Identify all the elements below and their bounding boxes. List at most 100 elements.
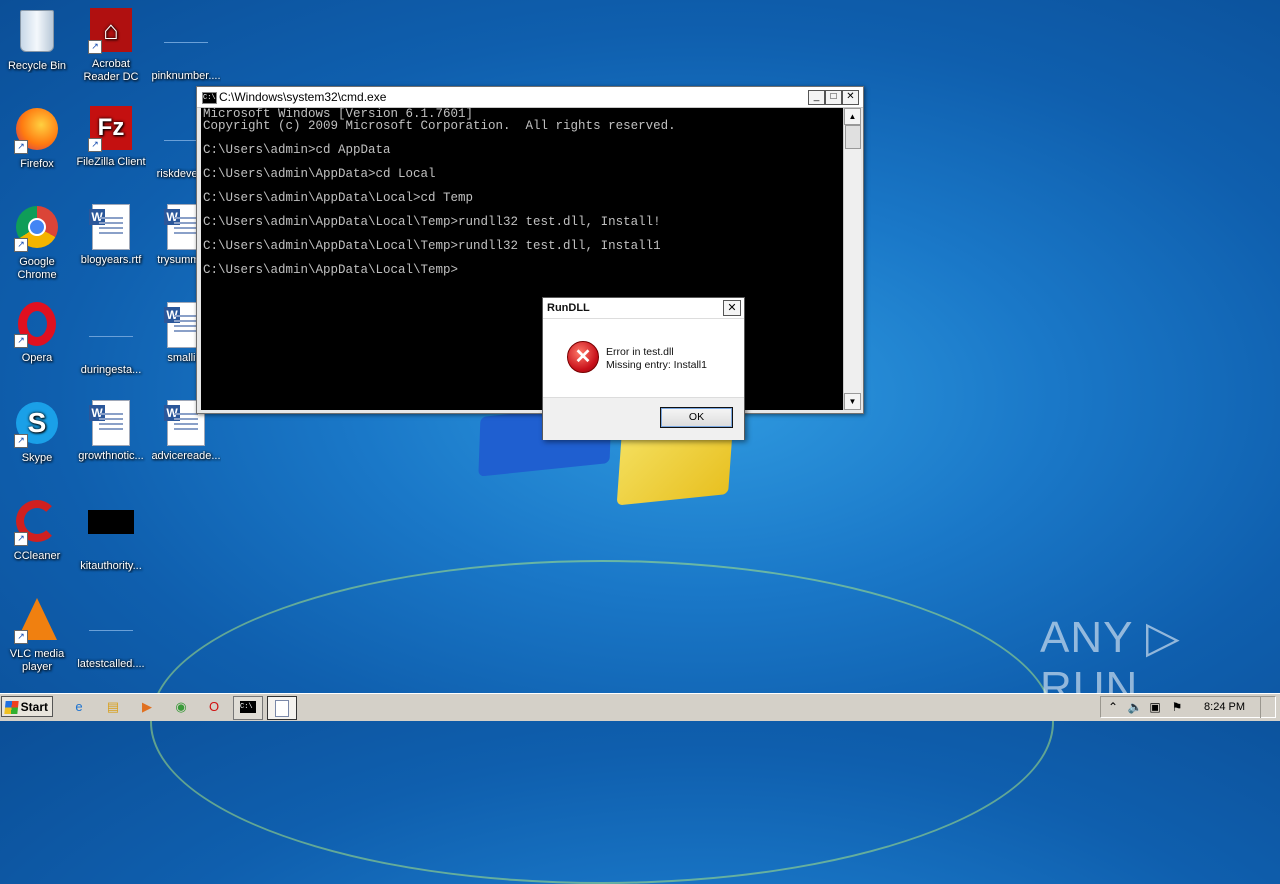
desktop-icon-label: Google Chrome (17, 256, 57, 281)
skype-icon: S ↗ (14, 402, 60, 448)
maximize-button[interactable]: □ (825, 90, 842, 105)
desktop-icon-duringesta[interactable]: duringesta... (76, 302, 146, 377)
cmd-icon: C:\ (202, 92, 217, 104)
desktop-icon-label: Recycle Bin (7, 60, 67, 72)
desktop-icon-label: FileZilla Client (76, 156, 146, 168)
console-line: Copyright (c) 2009 Microsoft Corporation… (203, 119, 676, 133)
acrobat-reader-icon: ⌂ ↗ (88, 8, 134, 54)
desktop-icon-label: kitauthority... (80, 560, 142, 572)
vlc-icon: ↗ (14, 598, 60, 644)
dialog-title: RunDLL (547, 302, 590, 314)
console-output[interactable]: Microsoft Windows [Version 6.1.7601] Copy… (201, 108, 843, 410)
cmd-title-bar[interactable]: C:\ C:\Windows\system32\cmd.exe _ □ ✕ (197, 87, 863, 108)
desktop-icon-label: Firefox (20, 158, 54, 170)
rundll-dialog[interactable]: RunDLL ✕ ✕ Error in test.dll Missing ent… (542, 297, 745, 440)
windows-flag-icon (4, 701, 19, 714)
shortcut-arrow-icon: ↗ (14, 334, 28, 348)
desktop-icon-google-chrome[interactable]: ↗ Google Chrome (2, 204, 72, 282)
console-line: C:\Users\admin>cd AppData (203, 143, 391, 157)
show-hidden-icons-icon[interactable]: ⌃ (1105, 700, 1121, 714)
duringesta-icon (88, 314, 134, 360)
shortcut-arrow-icon: ↗ (14, 434, 28, 448)
taskbar: Start e ▤ ▶ ◉ O C:\ ⌃ 🔈 ▣ ⚑ 8:24 PM (0, 693, 1280, 721)
console-line: C:\Users\admin\AppData\Local\Temp>rundll… (203, 215, 661, 229)
desktop-icon-label: growthnotic... (78, 450, 144, 462)
error-icon: ✕ (567, 341, 599, 373)
desktop-icon-label: blogyears.rtf (80, 254, 142, 266)
start-label: Start (20, 700, 48, 714)
desktop-icon-skype[interactable]: S ↗ Skype (2, 400, 72, 465)
desktop-icon-label: Opera (21, 352, 53, 364)
scroll-down-icon[interactable]: ▼ (844, 393, 861, 410)
firefox-icon: ↗ (14, 108, 60, 154)
desktop-icon-recycle-bin[interactable]: Recycle Bin (2, 8, 72, 73)
shortcut-arrow-icon: ↗ (88, 40, 102, 54)
minimize-button[interactable]: _ (808, 90, 825, 105)
console-line: C:\Users\admin\AppData\Local\Temp> (203, 263, 459, 277)
opera-icon[interactable]: O (205, 698, 223, 716)
shortcut-arrow-icon: ↗ (14, 532, 28, 546)
opera-icon: ↗ (14, 302, 60, 348)
console-line: C:\Users\admin\AppData>cd Local (203, 167, 436, 181)
action-center-flag-icon[interactable]: ⚑ (1169, 700, 1185, 714)
internet-explorer-icon[interactable]: e (70, 698, 88, 716)
network-icon[interactable]: ▣ (1147, 700, 1163, 714)
desktop-icon-label: CCleaner (13, 550, 61, 562)
shortcut-arrow-icon: ↗ (14, 630, 28, 644)
missing-entry-line: Missing entry: Install1 (606, 359, 707, 371)
file-explorer-icon[interactable]: ▤ (104, 698, 122, 716)
desktop-icon-pinknumber[interactable]: pinknumber.... (151, 8, 221, 83)
system-tray: ⌃ 🔈 ▣ ⚑ 8:24 PM (1100, 696, 1276, 718)
desktop-icon-label: Skype (21, 452, 53, 464)
close-button[interactable]: ✕ (842, 90, 859, 105)
desktop-icon-ccleaner[interactable]: ↗ CCleaner (2, 498, 72, 563)
desktop-icon-firefox[interactable]: ↗ Firefox (2, 106, 72, 171)
chrome-icon[interactable]: ◉ (172, 698, 190, 716)
shortcut-arrow-icon: ↗ (14, 238, 28, 252)
desktop-icon-label: latestcalled.... (77, 658, 145, 670)
cmd-window[interactable]: C:\ C:\Windows\system32\cmd.exe _ □ ✕ Mi… (196, 86, 864, 414)
media-player-icon[interactable]: ▶ (138, 698, 156, 716)
kitauthority-icon (88, 510, 134, 556)
desktop-icon-opera[interactable]: ↗ Opera (2, 302, 72, 365)
scroll-thumb[interactable] (845, 125, 861, 149)
blogyears-icon: W (88, 204, 134, 250)
window-taskbar-icon (275, 700, 289, 717)
desktop-icon-filezilla[interactable]: Fz ↗ FileZilla Client (76, 106, 146, 169)
dialog-title-bar[interactable]: RunDLL ✕ (543, 298, 744, 319)
taskbar-cmd-button[interactable]: C:\ (233, 696, 263, 720)
dialog-close-button[interactable]: ✕ (723, 300, 741, 316)
latestcalled-icon (88, 608, 134, 654)
ccleaner-icon: ↗ (14, 500, 60, 546)
ok-button[interactable]: OK (660, 407, 733, 428)
desktop-icon-latestcalled[interactable]: latestcalled.... (76, 596, 146, 671)
recycle-bin-icon (14, 10, 60, 56)
speaker-icon[interactable]: 🔈 (1127, 700, 1143, 714)
dialog-footer: OK (543, 397, 744, 440)
start-button[interactable]: Start (1, 696, 53, 717)
desktop-icon-label: advicereade... (151, 450, 221, 462)
google-chrome-icon: ↗ (14, 206, 60, 252)
cmd-taskbar-icon: C:\ (240, 701, 256, 713)
vertical-scrollbar[interactable]: ▲ ▼ (843, 108, 861, 410)
desktop-icon-growthnotic[interactable]: Wgrowthnotic... (76, 400, 146, 463)
desktop-icon-blogyears[interactable]: Wblogyears.rtf (76, 204, 146, 267)
dialog-body: ✕ Error in test.dll Missing entry: Insta… (543, 319, 744, 397)
desktop-icon-vlc[interactable]: ↗ VLC media player (2, 596, 72, 674)
desktop-icon-label: Acrobat Reader DC (83, 58, 139, 83)
show-desktop-button[interactable] (1260, 697, 1275, 718)
dialog-message: Error in test.dll Missing entry: Install… (606, 346, 707, 372)
console-line: C:\Users\admin\AppData\Local\Temp>rundll… (203, 239, 661, 253)
desktop-icon-label: VLC media player (9, 648, 65, 673)
scroll-up-icon[interactable]: ▲ (844, 108, 861, 125)
desktop-icon-acrobat-reader[interactable]: ⌂ ↗ Acrobat Reader DC (76, 8, 146, 84)
growthnotic-icon: W (88, 400, 134, 446)
desktop-icon-label: duringesta... (80, 364, 142, 376)
taskbar-rundll-button[interactable] (267, 696, 297, 720)
error-message-line: Error in test.dll (606, 346, 674, 358)
clock[interactable]: 8:24 PM (1204, 701, 1245, 713)
console-line: C:\Users\admin\AppData\Local>cd Temp (203, 191, 474, 205)
shortcut-arrow-icon: ↗ (88, 138, 102, 152)
cmd-title: C:\Windows\system32\cmd.exe (219, 90, 387, 104)
desktop-icon-kitauthority[interactable]: kitauthority... (76, 498, 146, 573)
